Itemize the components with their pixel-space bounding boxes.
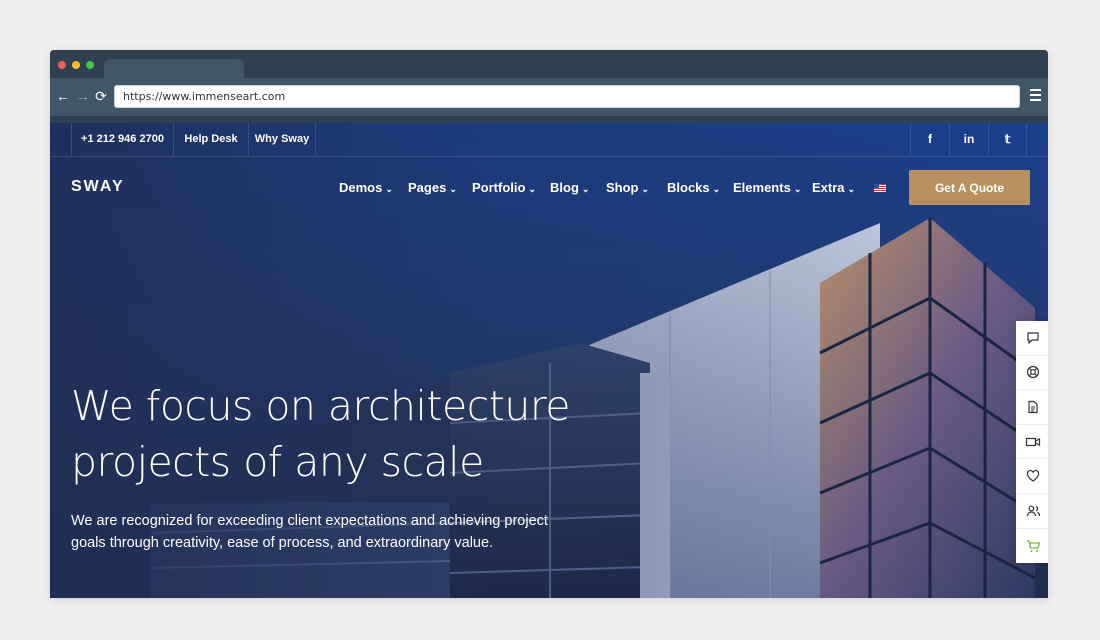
nav-item-extra[interactable]: Extra ⌄ [812,180,855,195]
chevron-down-icon: ⌄ [581,184,590,194]
nav-label: Elements [733,180,791,195]
chevron-down-icon: ⌄ [449,184,457,194]
nav-label: Shop [606,180,639,195]
site-logo[interactable]: SWAY [71,178,125,196]
top-info-bar: +1 212 946 2700 Help Desk Why Sway f in … [50,123,1048,157]
twitter-icon[interactable]: 𝕥 [988,123,1027,156]
forward-arrow-icon[interactable]: → [76,88,90,104]
lifebuoy-icon[interactable] [1016,356,1048,391]
chevron-down-icon: ⌄ [793,184,802,194]
nav-item-portfolio[interactable]: Portfolio ⌄ [472,180,536,195]
get-a-quote-button[interactable]: Get A Quote [909,170,1030,205]
why-sway-link[interactable]: Why Sway [248,123,316,156]
chevron-down-icon: ⌄ [528,184,536,194]
document-icon[interactable] [1016,390,1048,425]
nav-item-pages[interactable]: Pages ⌄ [408,180,457,195]
chevron-down-icon: ⌄ [385,184,393,194]
nav-label: Portfolio [472,180,526,195]
nav-item-elements[interactable]: Elements ⌄ [733,180,801,195]
hamburger-menu-icon[interactable] [1030,89,1041,104]
users-icon[interactable] [1016,494,1048,529]
chevron-down-icon: ⌄ [641,184,650,194]
back-arrow-icon[interactable]: ← [56,88,70,104]
heart-icon[interactable] [1016,459,1048,494]
minimize-dot[interactable] [72,61,80,69]
cart-icon[interactable] [1016,529,1048,564]
browser-toolbar: ← → ⟳ https://www.immenseart.com [50,78,1048,116]
hero-title-line: projects of any scale [71,438,484,486]
address-bar[interactable]: https://www.immenseart.com [114,85,1020,108]
chat-icon[interactable] [1016,321,1048,356]
nav-label: Blocks [667,180,710,195]
nav-item-shop[interactable]: Shop ⌄ [606,180,649,195]
close-dot[interactable] [58,61,66,69]
nav-label: Demos [339,180,383,195]
maximize-dot[interactable] [86,61,94,69]
side-toolbar [1016,321,1048,564]
chevron-down-icon: ⌄ [847,184,856,194]
facebook-icon[interactable]: f [910,123,949,156]
chevron-down-icon: ⌄ [712,184,721,194]
nav-item-blocks[interactable]: Blocks ⌄ [667,180,720,195]
nav-label: Pages [408,180,447,195]
browser-tab[interactable] [104,59,244,78]
video-icon[interactable] [1016,425,1048,460]
reload-icon[interactable]: ⟳ [94,88,108,104]
hero-title: We focus on architecture projects of any… [71,378,591,490]
hero-title-line: We focus on architecture [71,382,571,430]
webpage: +1 212 946 2700 Help Desk Why Sway f in … [50,123,1048,598]
phone-link[interactable]: +1 212 946 2700 [71,123,173,156]
nav-item-blog[interactable]: Blog ⌄ [550,180,589,195]
help-desk-link[interactable]: Help Desk [173,123,248,156]
hero-subtitle-line: We are recognized for exceeding client e… [71,513,548,529]
linkedin-icon[interactable]: in [949,123,988,156]
hero-subtitle: We are recognized for exceeding client e… [71,510,571,554]
browser-window: ← → ⟳ https://www.immenseart.com +1 212 … [50,50,1048,598]
us-flag-icon[interactable] [874,184,886,192]
nav-item-demos[interactable]: Demos ⌄ [339,180,393,195]
window-controls [58,61,94,69]
browser-tabbar [50,50,1048,78]
nav-label: Extra [812,180,845,195]
hero-subtitle-line: goals through creativity, ease of proces… [71,535,494,551]
nav-label: Blog [550,180,579,195]
